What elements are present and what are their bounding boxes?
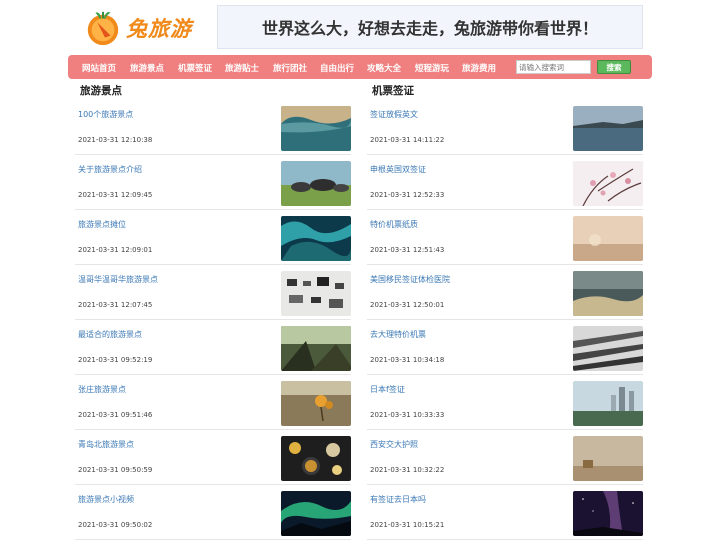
list-item-thumbnail[interactable] bbox=[573, 271, 643, 316]
list-item-title[interactable]: 美国移民签证体检医院 bbox=[370, 274, 450, 285]
list-item[interactable]: 温哥华温哥华旅游景点 2021-03-31 12:07:45 bbox=[75, 265, 351, 320]
list-item[interactable]: 去大理特价机票 2021-03-31 10:34:18 bbox=[367, 320, 643, 375]
list-item[interactable]: 张庄旅游景点 2021-03-31 09:51:46 bbox=[75, 375, 351, 430]
list-item[interactable]: 关于旅游景点介绍 2021-03-31 12:09:45 bbox=[75, 155, 351, 210]
list-item-time: 2021-03-31 12:52:33 bbox=[370, 191, 445, 199]
list-item-thumbnail[interactable] bbox=[281, 381, 351, 426]
nav-item-free-travel[interactable]: 自由出行 bbox=[320, 62, 354, 74]
list-item[interactable]: 旅游景点小视频 2021-03-31 09:50:02 bbox=[75, 485, 351, 540]
list-item-thumbnail[interactable] bbox=[573, 326, 643, 371]
list-item[interactable]: 申根英国双签证 2021-03-31 12:52:33 bbox=[367, 155, 643, 210]
list-item-time: 2021-03-31 12:07:45 bbox=[78, 301, 153, 309]
attractions-heading: 旅游景点 bbox=[80, 85, 122, 97]
list-item-thumbnail[interactable] bbox=[281, 436, 351, 481]
list-item-title[interactable]: 张庄旅游景点 bbox=[78, 384, 126, 395]
list-item-time: 2021-03-31 12:09:45 bbox=[78, 191, 153, 199]
nav-item-guides[interactable]: 攻略大全 bbox=[367, 62, 401, 74]
list-item-thumbnail[interactable] bbox=[573, 491, 643, 536]
list-item-title[interactable]: 最适合的旅游景点 bbox=[78, 329, 142, 340]
main-nav: 网站首页 旅游景点 机票签证 旅游贴士 旅行团社 自由出行 攻略大全 短程游玩 … bbox=[68, 55, 652, 79]
list-item-title[interactable]: 100个旅游景点 bbox=[78, 109, 133, 120]
list-item-title[interactable]: 签证放假英文 bbox=[370, 109, 418, 120]
list-item-thumbnail[interactable] bbox=[281, 216, 351, 261]
list-item[interactable]: 美国移民签证体检医院 2021-03-31 12:50:01 bbox=[367, 265, 643, 320]
nav-item-tips[interactable]: 旅游贴士 bbox=[225, 62, 259, 74]
nav-item-short-trips[interactable]: 短程游玩 bbox=[415, 62, 449, 74]
list-item-thumbnail[interactable] bbox=[281, 271, 351, 316]
nav-item-tickets-visa[interactable]: 机票签证 bbox=[178, 62, 212, 74]
list-item-time: 2021-03-31 10:15:21 bbox=[370, 521, 445, 529]
list-item-time: 2021-03-31 09:50:02 bbox=[78, 521, 153, 529]
list-item-thumbnail[interactable] bbox=[573, 106, 643, 151]
logo-text: 兔旅游 bbox=[126, 16, 192, 41]
list-item-thumbnail[interactable] bbox=[573, 161, 643, 206]
list-item-title[interactable]: 有签证去日本吗 bbox=[370, 494, 426, 505]
list-item-time: 2021-03-31 10:33:33 bbox=[370, 411, 445, 419]
list-item-time: 2021-03-31 10:32:22 bbox=[370, 466, 445, 474]
list-item-thumbnail[interactable] bbox=[281, 326, 351, 371]
nav-item-home[interactable]: 网站首页 bbox=[82, 62, 116, 74]
list-item[interactable]: 特价机票纸质 2021-03-31 12:51:43 bbox=[367, 210, 643, 265]
nav-item-attractions[interactable]: 旅游景点 bbox=[130, 62, 164, 74]
list-item-title[interactable]: 关于旅游景点介绍 bbox=[78, 164, 142, 175]
list-item-thumbnail[interactable] bbox=[573, 216, 643, 261]
slogan-banner: 世界这么大，好想去走走，兔旅游带你看世界！ bbox=[217, 5, 643, 49]
list-item-thumbnail[interactable] bbox=[573, 436, 643, 481]
list-item[interactable]: 西安交大护照 2021-03-31 10:32:22 bbox=[367, 430, 643, 485]
search-input[interactable] bbox=[516, 60, 591, 74]
list-item-thumbnail[interactable] bbox=[281, 161, 351, 206]
list-item-title[interactable]: 申根英国双签证 bbox=[370, 164, 426, 175]
list-item-title[interactable]: 日本f签证 bbox=[370, 384, 405, 395]
nav-item-tour-groups[interactable]: 旅行团社 bbox=[273, 62, 307, 74]
list-item[interactable]: 最适合的旅游景点 2021-03-31 09:52:19 bbox=[75, 320, 351, 375]
list-item[interactable]: 有签证去日本吗 2021-03-31 10:15:21 bbox=[367, 485, 643, 540]
list-item-time: 2021-03-31 12:09:01 bbox=[78, 246, 153, 254]
list-item-title[interactable]: 特价机票纸质 bbox=[370, 219, 418, 230]
list-item[interactable]: 旅游景点摊位 2021-03-31 12:09:01 bbox=[75, 210, 351, 265]
list-item-time: 2021-03-31 12:51:43 bbox=[370, 246, 445, 254]
list-item-title[interactable]: 温哥华温哥华旅游景点 bbox=[78, 274, 158, 285]
tickets-visa-heading: 机票签证 bbox=[372, 85, 414, 97]
list-item[interactable]: 100个旅游景点 2021-03-31 12:10:38 bbox=[75, 100, 351, 155]
search-button[interactable]: 搜索 bbox=[597, 60, 631, 74]
list-item-time: 2021-03-31 12:10:38 bbox=[78, 136, 153, 144]
list-item-time: 2021-03-31 09:50:59 bbox=[78, 466, 153, 474]
nav-item-costs[interactable]: 旅游费用 bbox=[462, 62, 496, 74]
tickets-visa-column: 机票签证 签证放假英文 2021-03-31 14:11:22 申根英国双签证 … bbox=[367, 80, 643, 540]
list-item-time: 2021-03-31 10:34:18 bbox=[370, 356, 445, 364]
list-item-title[interactable]: 旅游景点小视频 bbox=[78, 494, 134, 505]
attractions-column: 旅游景点 100个旅游景点 2021-03-31 12:10:38 关于旅游景点… bbox=[75, 80, 351, 540]
site-logo[interactable]: 兔旅游 bbox=[84, 6, 204, 50]
list-item[interactable]: 日本f签证 2021-03-31 10:33:33 bbox=[367, 375, 643, 430]
carrot-logo-icon bbox=[87, 11, 119, 46]
site-header: 兔旅游 世界这么大，好想去走走，兔旅游带你看世界！ bbox=[0, 0, 720, 56]
list-item-title[interactable]: 旅游景点摊位 bbox=[78, 219, 126, 230]
list-item-title[interactable]: 去大理特价机票 bbox=[370, 329, 426, 340]
list-item[interactable]: 签证放假英文 2021-03-31 14:11:22 bbox=[367, 100, 643, 155]
list-item-time: 2021-03-31 09:52:19 bbox=[78, 356, 153, 364]
list-item-time: 2021-03-31 12:50:01 bbox=[370, 301, 445, 309]
list-item-title[interactable]: 青岛北旅游景点 bbox=[78, 439, 134, 450]
list-item-thumbnail[interactable] bbox=[573, 381, 643, 426]
list-item-time: 2021-03-31 09:51:46 bbox=[78, 411, 153, 419]
list-item-thumbnail[interactable] bbox=[281, 106, 351, 151]
list-item-time: 2021-03-31 14:11:22 bbox=[370, 136, 445, 144]
list-item-title[interactable]: 西安交大护照 bbox=[370, 439, 418, 450]
list-item-thumbnail[interactable] bbox=[281, 491, 351, 536]
list-item[interactable]: 青岛北旅游景点 2021-03-31 09:50:59 bbox=[75, 430, 351, 485]
